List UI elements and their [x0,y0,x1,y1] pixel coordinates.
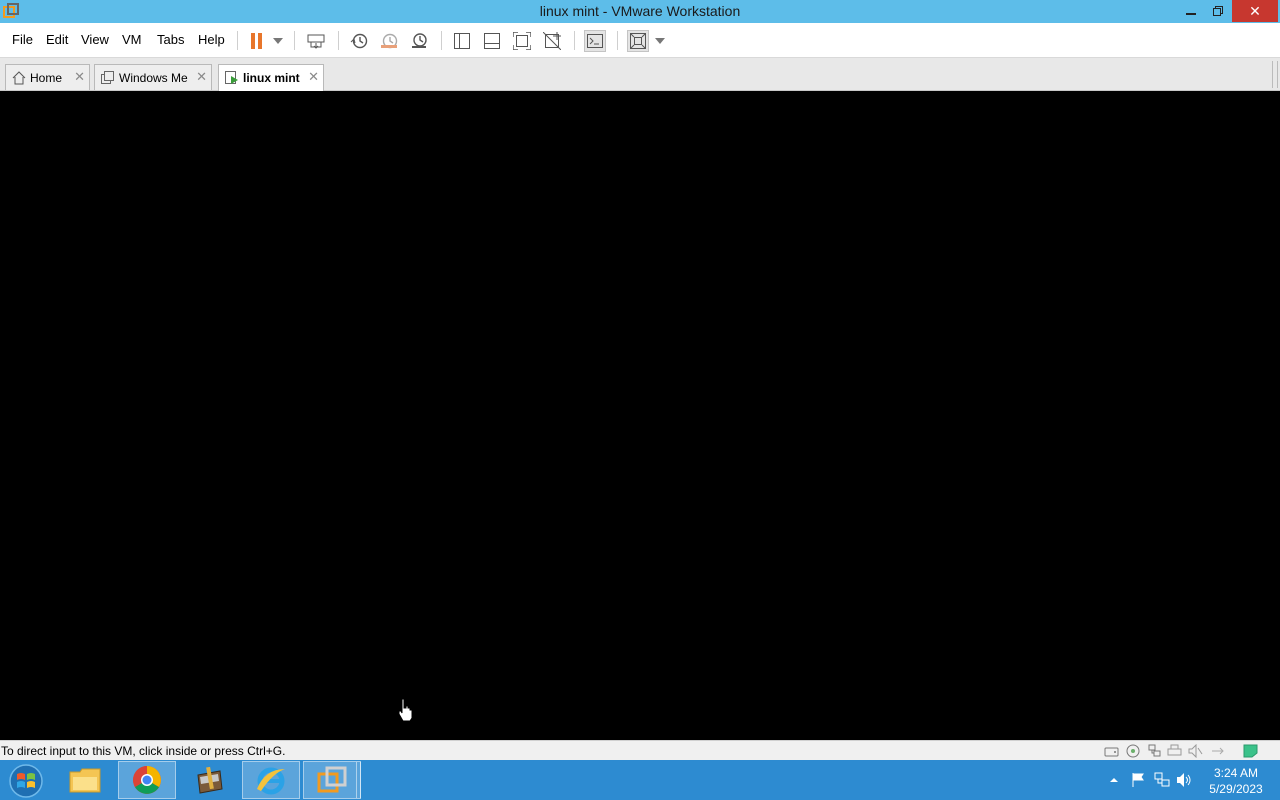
hand-cursor-icon [398,698,413,722]
take-snapshot-button[interactable] [348,30,370,52]
power-dropdown[interactable] [267,30,289,52]
restore-icon [1213,6,1223,16]
tab-home[interactable]: Home ✕ [5,64,90,90]
tab-scroll-handle[interactable] [1272,61,1278,88]
toolbar-separator [294,31,295,50]
stretch-guest-button[interactable] [627,30,649,52]
vm-tab-icon [101,70,114,84]
terminal-icon [587,34,603,48]
sound-card-icon[interactable] [1188,744,1203,758]
vmware-icon [317,766,347,793]
snapshot-clock-icon [350,33,368,49]
network-adapter-icon[interactable] [1147,744,1162,758]
toolbar-separator [441,31,442,50]
snapshot-manager-button[interactable] [408,30,430,52]
vm-display[interactable] [0,91,1280,740]
home-icon [12,70,26,84]
cd-dvd-icon[interactable] [1126,744,1141,758]
library-panel-icon [454,33,470,49]
unity-icon [543,32,561,50]
unity-mode-button[interactable] [541,30,563,52]
minimize-icon [1186,13,1196,15]
menu-help[interactable]: Help [198,32,225,47]
start-button[interactable] [6,762,46,800]
menu-view[interactable]: View [81,32,109,47]
taskbar-chrome[interactable] [118,761,176,799]
menu-toolbar: File Edit View VM Tabs Help [0,23,1280,58]
minimize-button[interactable] [1178,0,1204,22]
pause-icon [251,33,262,49]
menu-tabs[interactable]: Tabs [157,32,184,47]
taskbar-vmware-workstation[interactable] [303,761,361,799]
console-view-button[interactable] [584,30,606,52]
pause-button[interactable] [246,30,268,52]
revert-snapshot-button[interactable] [378,30,400,52]
menu-vm[interactable]: VM [122,32,142,47]
taskbar-file-explorer[interactable] [56,761,114,799]
menu-edit[interactable]: Edit [46,32,68,47]
tab-close-icon[interactable]: ✕ [308,69,319,85]
show-hidden-icons-icon[interactable] [1106,772,1122,788]
running-vm-icon [225,71,238,84]
clock-time: 3:24 AM [1213,766,1259,780]
stretch-dropdown[interactable] [649,30,671,52]
snapshot-manager-icon [412,33,427,48]
taskbar-stack-edge [356,762,361,798]
restore-button[interactable] [1205,0,1231,22]
toolbar-separator [338,31,339,50]
revert-snapshot-icon [381,33,398,49]
usb-icon[interactable] [1210,744,1225,758]
action-center-flag-icon[interactable] [1130,772,1146,788]
show-thumbnail-bar-button[interactable] [481,30,503,52]
chrome-icon [133,766,161,794]
window-title: linux mint - VMware Workstation [539,3,741,19]
toolbar-separator [617,31,618,50]
stretch-icon [630,33,646,49]
keyboard-icon [307,34,325,49]
tab-windows-me[interactable]: Windows Me ✕ [94,64,212,90]
chevron-down-icon [273,38,283,44]
title-bar: linux mint - VMware Workstation ✕ [0,0,1280,23]
chevron-down-icon [655,38,665,44]
toolbar-separator [574,31,575,50]
volume-icon[interactable] [1176,772,1192,788]
full-screen-button[interactable] [511,30,533,52]
tab-bar: Home ✕ Windows Me ✕ linux mint ✕ [0,58,1280,91]
folder-icon [69,768,101,793]
printer-icon[interactable] [1167,744,1182,758]
network-tray-icon[interactable] [1154,772,1170,788]
send-ctrl-alt-del-button[interactable] [305,30,327,52]
tab-label: linux mint [243,71,300,85]
status-message: To direct input to this VM, click inside… [1,744,286,758]
close-icon: ✕ [1249,2,1261,19]
tab-linux-mint[interactable]: linux mint ✕ [218,64,324,91]
thumbnail-bar-icon [484,33,500,49]
tab-close-icon[interactable]: ✕ [196,69,207,85]
clock-date: 5/29/2023 [1209,782,1263,796]
menu-file[interactable]: File [12,32,33,47]
taskbar-internet-explorer[interactable] [242,761,300,799]
close-button[interactable]: ✕ [1232,0,1278,22]
message-log-icon[interactable] [1243,744,1258,758]
toolbar-separator [237,31,238,50]
system-clock[interactable]: 3:24 AM 5/29/2023 [1200,765,1272,797]
full-screen-icon [513,32,531,50]
taskbar-archive-manager[interactable] [180,761,238,799]
archive-icon [197,766,223,794]
status-bar: To direct input to this VM, click inside… [0,740,1280,760]
tab-close-icon[interactable]: ✕ [74,69,85,85]
windows-taskbar: 3:24 AM 5/29/2023 [0,760,1280,800]
internet-explorer-icon [257,767,285,795]
show-library-button[interactable] [451,30,473,52]
tab-label: Home [30,70,63,85]
tab-label: Windows Me [119,70,188,85]
hard-disk-icon[interactable] [1104,744,1119,758]
